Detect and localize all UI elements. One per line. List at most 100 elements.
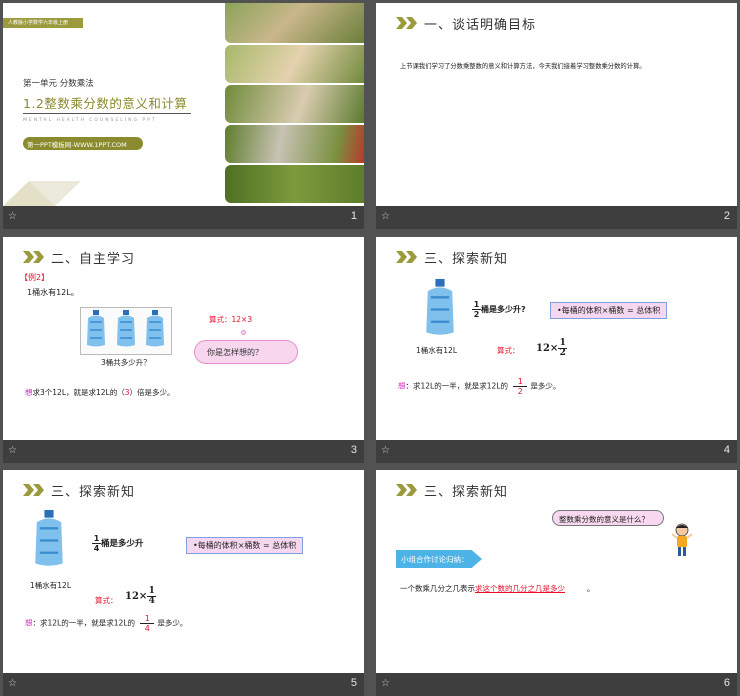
expression-integer: 12×: [536, 343, 559, 354]
conclusion-text-a: 一个数乘几分之几表示: [400, 584, 475, 593]
slide-footer: ☆ 6: [376, 673, 737, 696]
cloud-text: 你是怎样想的？: [207, 348, 263, 357]
photo-girl-reading-3: [225, 85, 364, 123]
slide-footer: ☆ 3: [3, 440, 364, 463]
title-underline: [23, 113, 191, 114]
slide-thumbnail-3[interactable]: 二、自主学习 【例2】 1桶水有12L。 3桶共多少升？ 算式：12×3 你是怎…: [3, 237, 364, 463]
answer-fraction: 14: [140, 614, 155, 633]
slide-heading: 二、自主学习: [51, 251, 136, 267]
slide-canvas: 三、探索新知 1 2 桶是多少升? •每桶的体积×桶数 = 总体积 1桶水有12L …: [376, 237, 737, 440]
water-bottle-icon: [32, 510, 66, 572]
double-chevron-icon: [396, 17, 418, 29]
slide-canvas: 一、谈话明确目标 上节课我们学习了分数乘整数的意义和计算方法，今天我们接着学习整…: [376, 3, 737, 206]
numerator: 1: [144, 614, 150, 623]
water-bottle-icon: [423, 279, 457, 341]
star-icon[interactable]: ☆: [8, 678, 17, 689]
think-mark: 想: [25, 388, 33, 397]
banner-bar: 人教版小学数学六年级上册: [3, 18, 83, 28]
banner-text: 人教版小学数学六年级上册: [8, 20, 69, 26]
slide-thumbnail-4[interactable]: 三、探索新知 1 2 桶是多少升? •每桶的体积×桶数 = 总体积 1桶水有12L …: [376, 237, 737, 463]
double-chevron-icon: [23, 484, 45, 496]
slide-footer: ☆ 1: [3, 206, 364, 229]
denominator: 2: [559, 348, 566, 358]
think-text-a: ：求12L的一半，就是求12L的: [32, 618, 135, 628]
think-text-b: 是多少。: [530, 381, 561, 391]
group-discussion-button[interactable]: 小组合作讨论归纳：: [396, 550, 482, 568]
denominator: 4: [93, 544, 100, 553]
star-icon[interactable]: ☆: [381, 678, 390, 689]
slide-header: 一、谈话明确目标: [396, 15, 537, 33]
bottle-label: 1桶水有12L: [416, 346, 457, 355]
think-line: 想：求12L的一半，就是求12L的 1 2 是多少。: [398, 377, 560, 396]
site-badge[interactable]: 第一PPT模板网-WWW.1PPT.COM: [23, 137, 143, 150]
water-bottle-icon: [144, 310, 166, 352]
photo-girl-reading-1: [225, 3, 364, 43]
slide-number: 1: [350, 210, 357, 222]
cloud-tail: [241, 330, 246, 335]
unit-label: 第一单元 分数乘法: [23, 79, 94, 89]
goal-text: 上节课我们学习了分数乘整数的意义和计算方法，今天我们接着学习整数乘分数的计算。: [400, 63, 646, 70]
answer-fraction: 12: [513, 377, 528, 396]
slide-heading: 三、探索新知: [424, 251, 509, 267]
conclusion-text-b: 。: [587, 584, 595, 593]
double-chevron-icon: [23, 251, 45, 263]
fraction: 12: [558, 338, 568, 358]
denominator: 4: [148, 596, 155, 606]
slide-header: 三、探索新知: [396, 249, 509, 267]
slide-thumbnail-1[interactable]: 人教版小学数学六年级上册 第一单元 分数乘法 1.2整数乘分数的意义和计算 ME…: [3, 3, 364, 229]
slide-number: 5: [350, 677, 357, 689]
denominator: 2: [517, 387, 523, 396]
star-icon[interactable]: ☆: [8, 211, 17, 222]
question-text: 桶是多少升: [101, 539, 144, 549]
slide-footer: ☆ 2: [376, 206, 737, 229]
subtitle-en: MENTAL HEALTH COUNSELING PPT: [23, 118, 157, 123]
photo-girl-reading-4: [225, 125, 364, 163]
slide-number: 3: [350, 444, 357, 456]
slide-thumbnail-5[interactable]: 三、探索新知 1 4 桶是多少升 •每桶的体积×桶数 = 总体积 1桶水有12L 算…: [3, 470, 364, 696]
slide-number: 4: [723, 444, 730, 456]
think-mark: 想: [25, 618, 33, 628]
formula-label: 算式：: [95, 596, 118, 605]
thought-cloud: 你是怎样想的？: [194, 340, 298, 364]
think-line: 想：求12L的一半，就是求12L的 1 4 是多少。: [25, 614, 187, 633]
slide-thumbnail-2[interactable]: 一、谈话明确目标 上节课我们学习了分数乘整数的意义和计算方法，今天我们接着学习整…: [376, 3, 737, 229]
fraction: 12: [472, 300, 481, 319]
expression-integer: 12×: [125, 591, 148, 602]
slide-thumbnail-6[interactable]: 三、探索新知 整数乘分数的意义是什么？ 小组合作讨论归纳： 一个数乘几分之几表示…: [376, 470, 737, 696]
site-text: 第一PPT模板网-WWW.1PPT.COM: [27, 141, 127, 149]
star-icon[interactable]: ☆: [381, 211, 390, 222]
slide-header: 三、探索新知: [23, 482, 135, 500]
question-fraction: 1 2 桶是多少升?: [472, 300, 526, 319]
slide-header: 二、自主学习: [23, 249, 136, 267]
question-fraction: 1 4 桶是多少升: [92, 534, 144, 553]
deco-triangle-2: [29, 181, 81, 206]
water-bottle-icon: [115, 310, 137, 352]
slide-heading: 一、谈话明确目标: [424, 17, 537, 33]
slide-heading: 三、探索新知: [424, 484, 509, 500]
question-text: 桶是多少升?: [481, 305, 526, 314]
slide-number: 2: [723, 210, 730, 222]
formula-label: 算式：: [497, 346, 520, 355]
numerator: 1: [559, 338, 566, 348]
slide-header: 三、探索新知: [396, 482, 509, 500]
denominator: 2: [473, 310, 480, 319]
double-chevron-icon: [396, 251, 418, 263]
slide-canvas: 三、探索新知 整数乘分数的意义是什么？ 小组合作讨论归纳： 一个数乘几分之几表示…: [376, 470, 737, 673]
expression: 12× 1 2: [536, 338, 568, 358]
group-label: 小组合作讨论归纳：: [401, 555, 469, 564]
think-text-a: 求3个12L，就是求12L的（: [32, 388, 125, 397]
think-text-a: ：求12L的一半，就是求12L的: [405, 381, 508, 391]
think-text-b: 是多少。: [157, 618, 188, 628]
double-chevron-icon: [396, 484, 418, 496]
star-icon[interactable]: ☆: [381, 445, 390, 456]
numerator: 1: [473, 300, 480, 309]
given-text: 1桶水有12L。: [27, 288, 79, 297]
bubble-text: 整数乘分数的意义是什么？: [559, 515, 649, 524]
fraction: 14: [92, 534, 101, 553]
conclusion-line: 一个数乘几分之几表示求这个数的几分之几是多少 。: [400, 583, 595, 594]
think-mark: 想: [398, 381, 406, 391]
slide-canvas: 三、探索新知 1 4 桶是多少升 •每桶的体积×桶数 = 总体积 1桶水有12L 算…: [3, 470, 364, 673]
formula-box: •每桶的体积×桶数 = 总体积: [186, 537, 304, 554]
think-text-b: ）倍是多少。: [129, 388, 175, 397]
star-icon[interactable]: ☆: [8, 445, 17, 456]
